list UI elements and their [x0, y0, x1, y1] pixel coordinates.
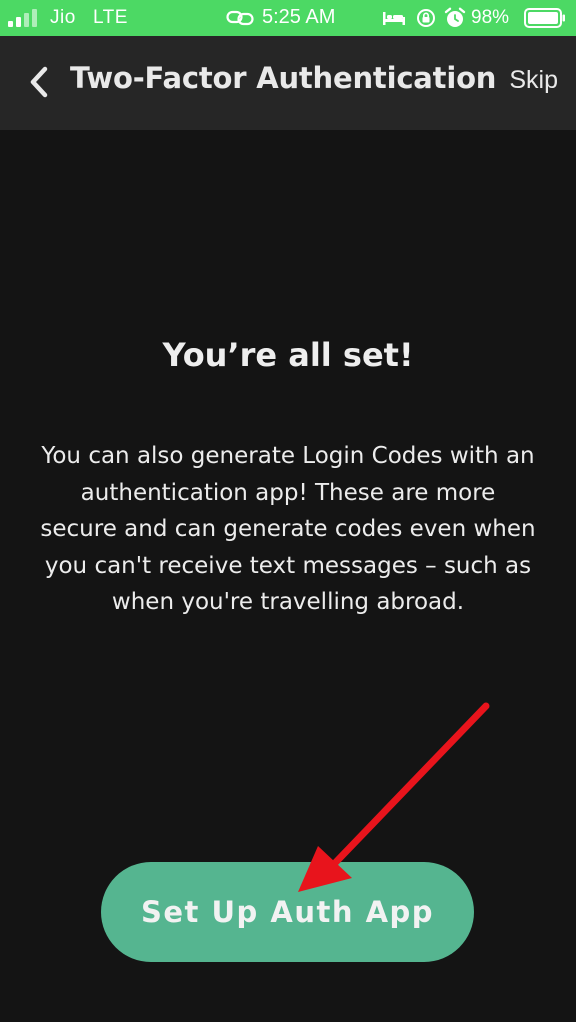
- signal-icon: [8, 9, 37, 27]
- nav-header: Two-Factor Authentication Skip: [0, 36, 576, 130]
- skip-button[interactable]: Skip: [509, 66, 558, 95]
- app-screen: Jio LTE 5:25 AM 98% Two-Factor Authentic…: [0, 0, 576, 1022]
- page-title: Two-Factor Authentication: [70, 61, 497, 95]
- set-up-auth-app-button[interactable]: Set Up Auth App: [101, 862, 474, 962]
- success-headline: You’re all set!: [162, 336, 414, 374]
- back-button[interactable]: [20, 62, 58, 102]
- chevron-left-icon: [30, 66, 48, 98]
- set-up-auth-app-button-label: Set Up Auth App: [140, 895, 435, 929]
- battery-icon: [524, 8, 565, 28]
- bed-icon: [383, 12, 405, 25]
- description-text: You can also generate Login Codes with a…: [40, 443, 536, 615]
- network-type: LTE: [93, 7, 128, 28]
- orientation-lock-icon: [417, 9, 435, 27]
- carrier-name: Jio: [50, 7, 76, 28]
- status-bar: Jio LTE 5:25 AM 98%: [0, 0, 576, 36]
- link-icon: [226, 10, 254, 26]
- alarm-icon: [444, 7, 466, 27]
- battery-percent: 98%: [471, 7, 510, 28]
- status-time: 5:25 AM: [262, 6, 336, 28]
